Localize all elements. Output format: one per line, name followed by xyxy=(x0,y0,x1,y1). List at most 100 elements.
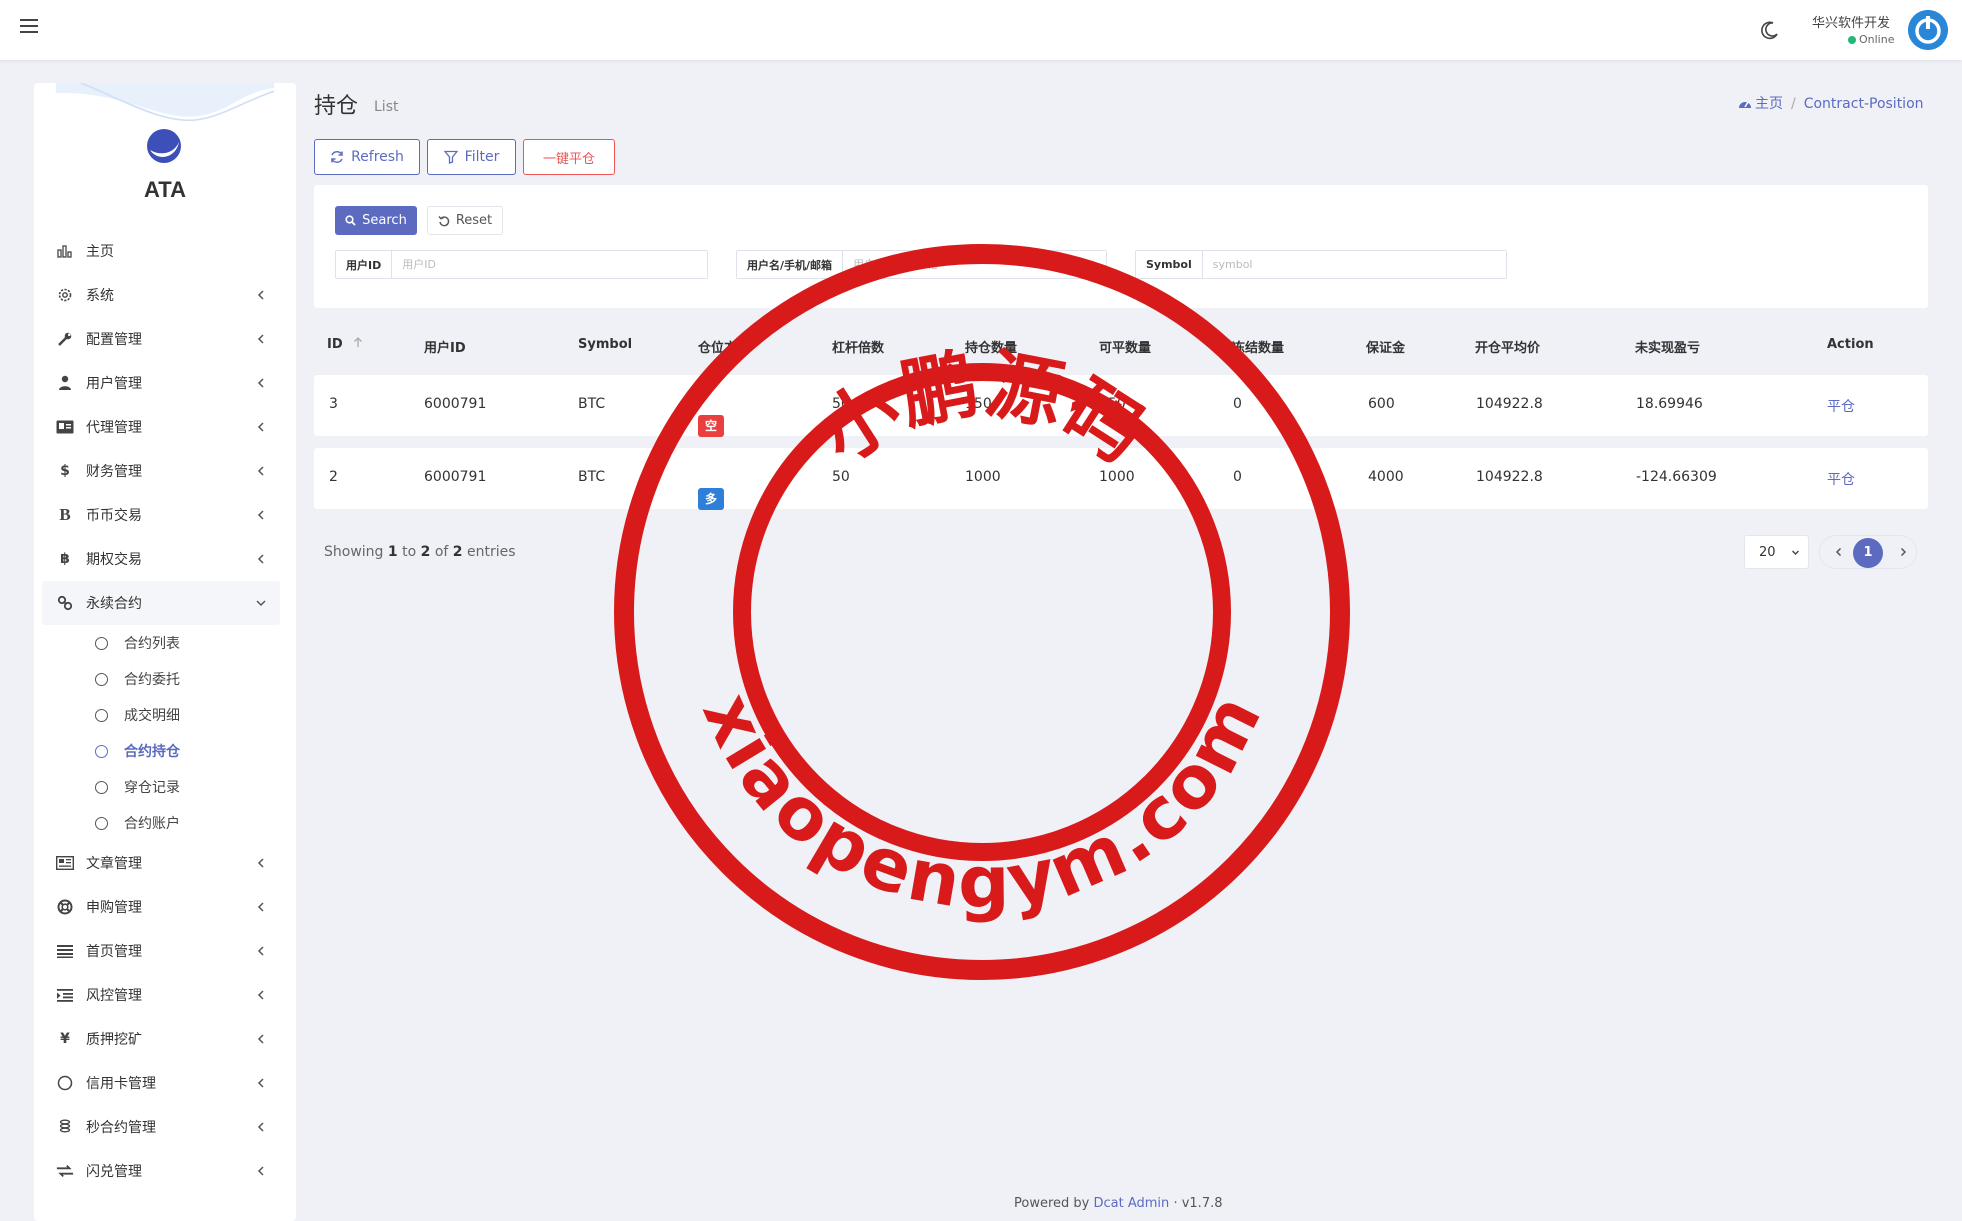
breadcrumb-current[interactable]: Contract-Position xyxy=(1804,96,1924,112)
pagination: 1 xyxy=(1819,535,1917,569)
sidebar-item-perpetual-contract[interactable]: 永续合约 xyxy=(42,581,280,625)
chevron-left-icon xyxy=(257,290,264,300)
cell-leverage: 50 xyxy=(832,396,850,412)
close-position-link[interactable]: 平仓 xyxy=(1827,396,1855,416)
sidebar-item-label: 风控管理 xyxy=(86,988,142,1004)
symbol-input[interactable] xyxy=(1202,251,1506,278)
sidebar-item-options-trading[interactable]: ฿ 期权交易 xyxy=(42,537,280,581)
sidebar-item-subscription[interactable]: 申购管理 xyxy=(42,885,280,929)
avatar[interactable] xyxy=(1908,10,1948,50)
column-header-leverage: 杠杆倍数 xyxy=(832,341,885,356)
filter-button[interactable]: Filter xyxy=(427,139,516,175)
refresh-button[interactable]: Refresh xyxy=(314,139,420,175)
page-title: 持仓 xyxy=(314,94,359,119)
column-header-symbol: Symbol xyxy=(578,337,633,352)
chevron-left-icon xyxy=(257,1122,264,1132)
submenu-item-contract-list[interactable]: 合约列表 xyxy=(42,625,280,661)
submenu-item-label: 合约列表 xyxy=(124,636,180,652)
chevron-left-icon xyxy=(257,378,264,388)
column-header-closable: 可平数量 xyxy=(1099,341,1152,356)
submenu-item-liquidation-records[interactable]: 穿仓记录 xyxy=(42,769,280,805)
table-row: 3 6000791 BTC 空 50 150 150 0 600 104922.… xyxy=(314,375,1928,437)
sidebar-item-finance[interactable]: $ 财务管理 xyxy=(42,449,280,493)
chevron-left-icon[interactable] xyxy=(1833,546,1845,558)
column-header-id[interactable]: ID xyxy=(327,337,363,352)
sidebar-item-homepage[interactable]: 首页管理 xyxy=(42,929,280,973)
sidebar-menu: 主页 系统 配置管理 用户管理 代理管理 $ 财务管理 B 币币交易 ฿ 期权交… xyxy=(42,229,280,1193)
chevron-left-icon xyxy=(257,510,264,520)
chevron-right-icon[interactable] xyxy=(1897,546,1909,558)
entries-word: entries xyxy=(466,544,516,560)
cell-closable: 1000 xyxy=(1099,469,1135,485)
sidebar: ATA 主页 系统 配置管理 用户管理 代理管理 $ 财务管理 B 币币交易 ฿… xyxy=(34,83,296,1221)
version-text: v1.7.8 xyxy=(1181,1196,1223,1211)
chevron-left-icon xyxy=(257,466,264,476)
user-name[interactable]: 华兴软件开发 xyxy=(1812,12,1890,31)
direction-badge: 多 xyxy=(698,488,724,510)
sidebar-wave-decoration xyxy=(55,83,275,122)
sidebar-item-label: 用户管理 xyxy=(86,376,142,392)
footer: Powered by Dcat Admin · v1.7.8 xyxy=(1014,1196,1223,1211)
chevron-left-icon xyxy=(257,1078,264,1088)
submenu-item-trade-details[interactable]: 成交明细 xyxy=(42,697,280,733)
dcat-admin-link[interactable]: Dcat Admin xyxy=(1094,1196,1170,1211)
chevron-left-icon xyxy=(257,554,264,564)
cell-frozen: 0 xyxy=(1233,396,1242,412)
circle-icon xyxy=(95,672,108,686)
submenu-item-contract-orders[interactable]: 合约委托 xyxy=(42,661,280,697)
of-word: of xyxy=(434,544,449,560)
chevron-left-icon xyxy=(257,422,264,432)
cell-user-id: 6000791 xyxy=(424,469,487,485)
sidebar-item-home[interactable]: 主页 xyxy=(42,229,280,273)
sidebar-item-users[interactable]: 用户管理 xyxy=(42,361,280,405)
chevron-left-icon xyxy=(257,902,264,912)
filter-panel: Search Reset 用户ID 用户名/手机/邮箱 Symbol xyxy=(314,185,1928,308)
list-icon xyxy=(56,942,74,960)
sidebar-item-seconds-contract[interactable]: 秒合约管理 xyxy=(42,1105,280,1149)
sidebar-item-label: 质押挖矿 xyxy=(86,1032,142,1048)
online-dot xyxy=(1848,36,1856,44)
reset-button[interactable]: Reset xyxy=(427,206,503,235)
breadcrumb-home-link[interactable]: 主页 xyxy=(1755,96,1783,112)
symbol-filter: Symbol xyxy=(1135,250,1507,279)
sidebar-item-staking-mining[interactable]: ¥ 质押挖矿 xyxy=(42,1017,280,1061)
close-all-positions-button[interactable]: 一键平仓 xyxy=(523,139,615,175)
refresh-button-label: Refresh xyxy=(351,149,404,165)
sidebar-item-config[interactable]: 配置管理 xyxy=(42,317,280,361)
page-button-current[interactable]: 1 xyxy=(1853,538,1883,568)
sidebar-item-spot-trading[interactable]: B 币币交易 xyxy=(42,493,280,537)
submenu-item-contract-accounts[interactable]: 合约账户 xyxy=(42,805,280,841)
sidebar-item-articles[interactable]: 文章管理 xyxy=(42,841,280,885)
cell-frozen: 0 xyxy=(1233,469,1242,485)
per-page-select[interactable]: 20 xyxy=(1744,535,1809,569)
sidebar-item-label: 币币交易 xyxy=(86,508,142,524)
circle-icon xyxy=(95,636,108,650)
user-tie-icon xyxy=(56,374,74,392)
page-subtitle: List xyxy=(374,99,399,115)
sidebar-item-system[interactable]: 系统 xyxy=(42,273,280,317)
circle-icon xyxy=(95,816,108,830)
yen-icon: ¥ xyxy=(60,1031,70,1047)
reset-button-label: Reset xyxy=(455,213,493,228)
search-button[interactable]: Search xyxy=(335,206,417,235)
sidebar-item-risk-control[interactable]: 风控管理 xyxy=(42,973,280,1017)
column-header-quantity: 持仓数量 xyxy=(965,341,1018,356)
watermark-bottom-text: xiaopengym.com xyxy=(687,679,1279,924)
sidebar-item-label: 财务管理 xyxy=(86,464,142,480)
submenu-item-contract-positions[interactable]: 合约持仓 xyxy=(42,733,280,769)
search-icon xyxy=(345,215,356,226)
hamburger-menu-icon[interactable] xyxy=(20,19,38,33)
id-card-icon xyxy=(56,418,74,436)
username-phone-email-input[interactable] xyxy=(843,251,1106,278)
table-header: ID 用户ID Symbol 仓位方向 杠杆倍数 持仓数量 可平数量 冻结数量 … xyxy=(314,330,1928,360)
life-ring-icon xyxy=(56,898,74,916)
user-id-input[interactable] xyxy=(392,251,707,278)
column-header-unrealized-pnl: 未实现盈亏 xyxy=(1635,341,1701,356)
sidebar-item-credit-card[interactable]: 信用卡管理 xyxy=(42,1061,280,1105)
close-position-link[interactable]: 平仓 xyxy=(1827,469,1855,489)
exchange-icon xyxy=(56,1162,74,1180)
cell-quantity: 150 xyxy=(965,396,992,412)
dark-mode-moon-icon[interactable] xyxy=(1760,20,1780,40)
sidebar-item-agents[interactable]: 代理管理 xyxy=(42,405,280,449)
sidebar-item-flash-exchange[interactable]: 闪兑管理 xyxy=(42,1149,280,1193)
